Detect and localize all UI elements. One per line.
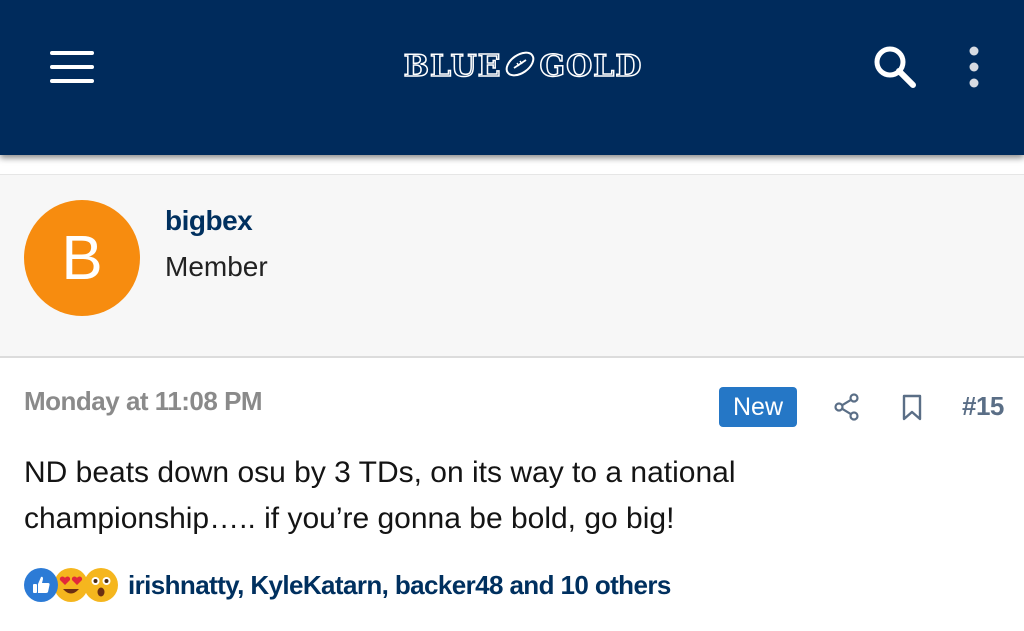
reactions-list[interactable]: irishnatty, KyleKatarn, backer48 and 10 … xyxy=(128,570,671,601)
logo-text-blue: BLUE xyxy=(403,48,502,85)
share-icon[interactable] xyxy=(832,392,862,422)
football-icon xyxy=(503,49,537,84)
username-link[interactable]: bigbex xyxy=(165,205,253,237)
user-title: Member xyxy=(165,251,268,282)
logo-text-gold: GOLD xyxy=(539,48,643,85)
avatar[interactable]: B xyxy=(24,200,140,316)
post-body: ND beats down osu by 3 TDs, on its way t… xyxy=(24,450,984,542)
thumbs-up-icon xyxy=(24,568,58,602)
post-number-link[interactable]: #15 xyxy=(962,391,1004,422)
hamburger-icon[interactable] xyxy=(50,51,94,83)
post-body-line: championship….. if you’re gonna be bold,… xyxy=(24,502,675,535)
post-date[interactable]: Monday at 11:08 PM xyxy=(24,386,263,417)
bookmark-icon[interactable] xyxy=(900,393,924,423)
avatar-letter: B xyxy=(61,223,103,293)
new-badge: New xyxy=(719,387,797,427)
astonished-icon xyxy=(84,568,118,602)
vertical-dots-icon[interactable] xyxy=(962,44,986,90)
top-app-bar: BLUE GOLD xyxy=(0,0,1024,155)
reactions-bar[interactable]: irishnatty, KyleKatarn, backer48 and 10 … xyxy=(24,565,671,605)
heart-eyes-icon xyxy=(54,568,88,602)
search-icon[interactable] xyxy=(872,44,918,90)
post-body-line: ND beats down osu by 3 TDs, on its way t… xyxy=(24,456,736,489)
post-author-block: B bigbex Member xyxy=(0,174,1024,358)
site-logo[interactable]: BLUE GOLD xyxy=(403,46,642,86)
